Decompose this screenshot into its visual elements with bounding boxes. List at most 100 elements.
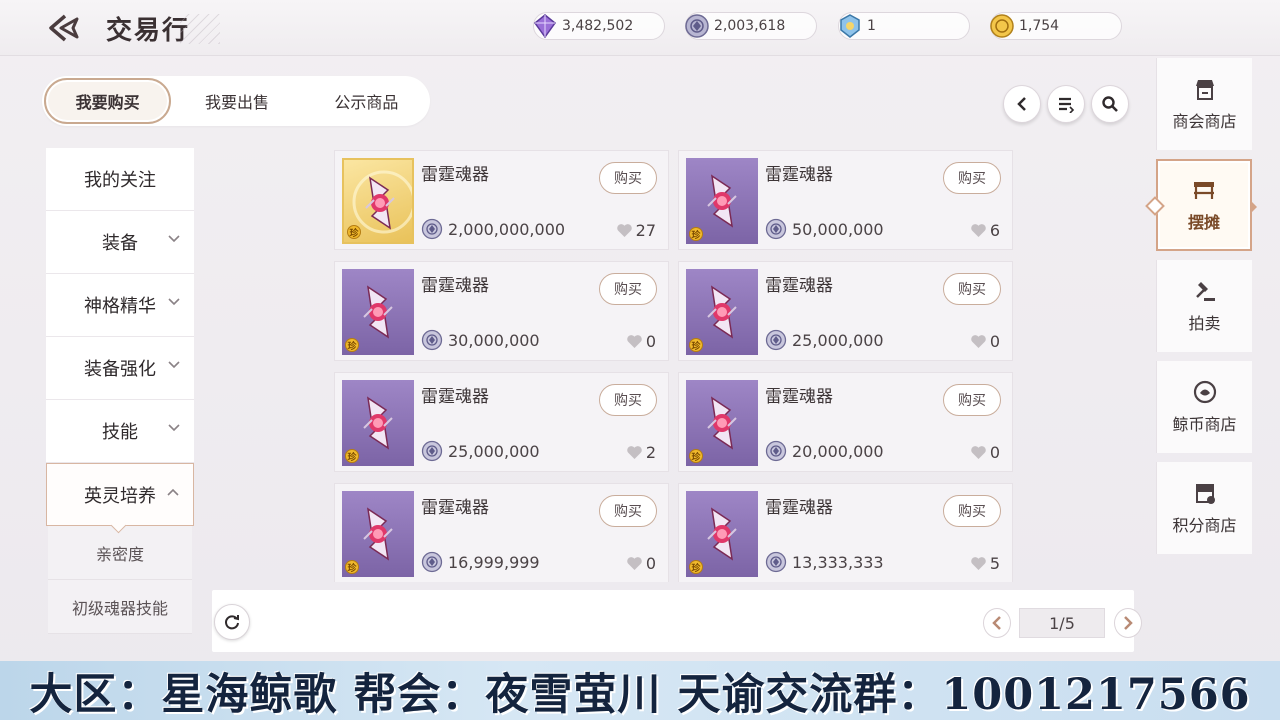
back-arrow-icon	[1017, 97, 1026, 111]
currency-badge[interactable]: 1	[838, 12, 970, 40]
category-label: 神格精华	[84, 296, 156, 317]
item-card[interactable]: 珍 雷霆魂器 购买 20,000,000 0	[678, 372, 1013, 472]
item-card[interactable]: 珍 雷霆魂器 购买 25,000,000 0	[678, 261, 1013, 361]
collapse-button[interactable]	[1003, 85, 1041, 123]
nav-label: 鲸币商店	[1172, 415, 1237, 434]
favorite-count: 5	[989, 554, 1000, 573]
next-page-button[interactable]	[1114, 608, 1142, 638]
favorite-button[interactable]: 27	[616, 221, 656, 240]
page-title: 交易行	[106, 16, 191, 46]
favorite-button[interactable]: 0	[626, 554, 656, 573]
category-skills[interactable]: 技能	[46, 400, 194, 463]
item-card[interactable]: 珍 雷霆魂器 购买 16,999,999 0	[334, 483, 669, 582]
tab-buy[interactable]: 我要购买	[44, 78, 172, 124]
item-grid: 珍 雷霆魂器 购买 2,000,000,000 27 珍 雷霆魂器 购买 50,…	[334, 150, 1014, 582]
item-thumbnail[interactable]: 珍	[686, 491, 758, 577]
heart-icon	[627, 557, 642, 570]
buy-button[interactable]: 购买	[943, 495, 1001, 527]
category-equipment[interactable]: 装备	[46, 211, 194, 274]
stall-icon	[1194, 182, 1214, 199]
nav-points-shop[interactable]: 积分商店	[1156, 462, 1252, 554]
page-indicator: 1/5	[1019, 608, 1105, 638]
tab-public-listings[interactable]: 公示商品	[303, 78, 430, 124]
silver-coin-icon	[765, 218, 787, 240]
favorite-count: 0	[989, 332, 1000, 351]
search-button[interactable]	[1091, 85, 1129, 123]
item-thumbnail[interactable]: 珍	[342, 491, 414, 577]
filter-button[interactable]	[1047, 85, 1085, 123]
favorite-button[interactable]: 2	[626, 443, 656, 462]
broadcast-banner: 大区：星海鲸歌 帮会：夜雪萤川 天谕交流群：1001217566	[0, 661, 1280, 720]
nav-guild-shop[interactable]: 商会商店	[1156, 58, 1252, 150]
prev-page-button[interactable]	[983, 608, 1011, 638]
nav-stall[interactable]: 摆摊	[1156, 159, 1257, 251]
buy-button[interactable]: 购买	[599, 273, 657, 305]
item-price: 2,000,000,000	[448, 220, 566, 239]
tab-sell[interactable]: 我要出售	[173, 78, 300, 124]
chevron-up-icon	[167, 488, 179, 496]
category-equipment-enhance[interactable]: 装备强化	[46, 337, 194, 400]
buy-button[interactable]: 购买	[943, 162, 1001, 194]
item-thumbnail[interactable]: 珍	[342, 380, 414, 466]
favorite-count: 0	[989, 443, 1000, 462]
nav-label: 商会商店	[1172, 112, 1237, 131]
heart-icon	[971, 224, 986, 237]
buy-button[interactable]: 购买	[599, 162, 657, 194]
item-thumbnail[interactable]: 珍	[686, 380, 758, 466]
category-spirit-training[interactable]: 英灵培养	[46, 463, 194, 526]
back-button[interactable]	[44, 10, 84, 46]
buy-button[interactable]: 购买	[599, 495, 657, 527]
favorite-count: 0	[645, 554, 656, 573]
top-bar: 交易行 3,482,502 2,003,618 1 1,754	[0, 0, 1280, 56]
silver-coin-icon	[421, 329, 443, 351]
buy-button[interactable]: 购买	[599, 384, 657, 416]
search-icon	[1102, 96, 1118, 112]
purple-crystal-icon	[530, 11, 560, 41]
silver-coin-icon	[421, 218, 443, 240]
favorite-button[interactable]: 6	[970, 221, 1000, 240]
item-card[interactable]: 珍 雷霆魂器 购买 13,333,333 5	[678, 483, 1013, 582]
item-card[interactable]: 珍 雷霆魂器 购买 50,000,000 6	[678, 150, 1013, 250]
nav-label: 摆摊	[1187, 213, 1220, 232]
item-thumbnail[interactable]: 珍	[686, 158, 758, 244]
currency-silver-value: 2,003,618	[714, 18, 786, 34]
item-thumbnail[interactable]: 珍	[686, 269, 758, 355]
subcategory-intimacy[interactable]: 亲密度	[48, 526, 192, 580]
right-nav: 商会商店 摆摊 拍卖 鲸币商店 积分商店	[1156, 58, 1257, 563]
favorite-button[interactable]: 5	[970, 554, 1000, 573]
favorite-button[interactable]: 0	[626, 332, 656, 351]
category-divine-essence[interactable]: 神格精华	[46, 274, 194, 337]
silver-coin-icon	[421, 551, 443, 573]
item-card[interactable]: 珍 雷霆魂器 购买 25,000,000 2	[334, 372, 669, 472]
filter-list-icon	[1059, 97, 1075, 113]
item-price: 25,000,000	[448, 442, 540, 461]
item-name: 雷霆魂器	[765, 165, 833, 185]
favorite-count: 6	[989, 221, 1000, 240]
rare-mark-icon: 珍	[689, 449, 703, 463]
refresh-icon	[225, 615, 239, 630]
item-name: 雷霆魂器	[765, 276, 833, 296]
nav-auction[interactable]: 拍卖	[1156, 260, 1252, 352]
item-thumbnail[interactable]: 珍	[342, 269, 414, 355]
favorite-button[interactable]: 0	[970, 332, 1000, 351]
refresh-button[interactable]	[214, 604, 250, 640]
favorite-button[interactable]: 0	[970, 443, 1000, 462]
category-my-follows[interactable]: 我的关注	[46, 148, 194, 211]
item-price: 30,000,000	[448, 331, 540, 350]
buy-button[interactable]: 购买	[943, 273, 1001, 305]
subcategory-basic-soul-skill[interactable]: 初级魂器技能	[48, 580, 192, 634]
chevron-left-icon	[992, 616, 1001, 630]
item-price: 13,333,333	[792, 553, 884, 572]
nav-whale-coin-shop[interactable]: 鲸币商店	[1156, 361, 1252, 453]
currency-silver[interactable]: 2,003,618	[685, 12, 817, 40]
buy-button[interactable]: 购买	[943, 384, 1001, 416]
currency-gold[interactable]: 1,754	[990, 12, 1122, 40]
item-thumbnail[interactable]: 珍	[342, 158, 414, 244]
category-label: 我的关注	[84, 170, 156, 191]
currency-crystal[interactable]: 3,482,502	[533, 12, 665, 40]
banner-text: 大区：星海鲸歌 帮会：夜雪萤川 天谕交流群：1001217566	[29, 669, 1251, 720]
item-card[interactable]: 珍 雷霆魂器 购买 30,000,000 0	[334, 261, 669, 361]
chevron-down-icon	[168, 361, 180, 369]
item-card[interactable]: 珍 雷霆魂器 购买 2,000,000,000 27	[334, 150, 669, 250]
item-name: 雷霆魂器	[421, 387, 489, 407]
